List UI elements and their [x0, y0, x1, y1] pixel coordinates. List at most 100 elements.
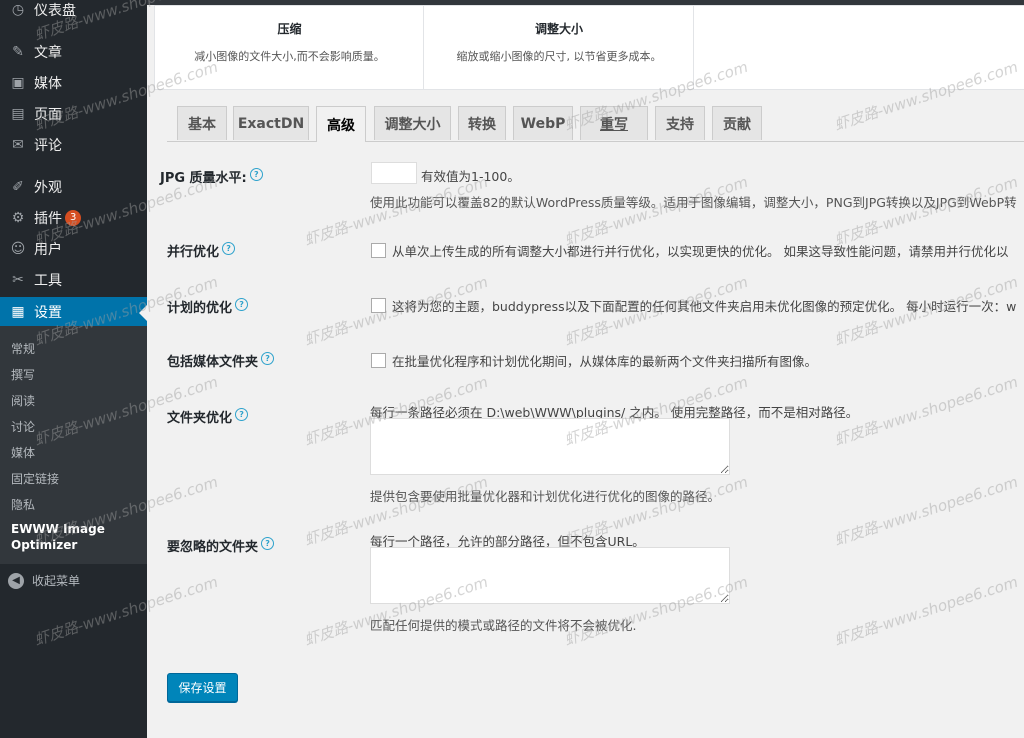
tab-label: ExactDN: [237, 115, 305, 132]
tab-label: 转换: [468, 116, 496, 133]
pin-icon: ✎: [12, 44, 24, 60]
menu-users[interactable]: ☺ 用户: [0, 235, 147, 263]
help-icon[interactable]: ?: [235, 297, 249, 311]
jpg-quality-input[interactable]: [371, 162, 417, 184]
dashboard-icon: ◷: [11, 2, 25, 18]
menu-dashboard[interactable]: ◷ 仪表盘: [0, 0, 147, 24]
tab-label: 调整大小: [384, 116, 441, 133]
tools-icon: ✂: [12, 272, 24, 288]
submenu-ewww[interactable]: EWWW Image Optimizer: [11, 521, 131, 553]
tab-label: 重写: [600, 116, 628, 133]
help-icon[interactable]: ?: [235, 407, 249, 421]
jpg-quality-hint: 有效值为1-100。: [421, 169, 520, 184]
collapse-menu-button[interactable]: ◀ 收起菜单: [8, 572, 80, 589]
card-desc: 缩放或缩小图像的尺寸, 以节省更多成本。: [456, 50, 662, 63]
help-icon[interactable]: ?: [261, 351, 275, 365]
menu-appearance[interactable]: ✐ 外观: [0, 173, 147, 201]
parallel-label-text: 并行优化: [167, 245, 220, 260]
folder-opt-desc: 提供包含要使用批量优化器和计划优化进行优化的图像的路径。: [370, 489, 721, 504]
menu-label: 仪表盘: [34, 3, 76, 19]
tab-contribute[interactable]: 贡献: [712, 106, 762, 140]
folder-opt-label: 文件夹优化?: [167, 407, 249, 426]
help-icon[interactable]: ?: [249, 167, 263, 181]
plugin-icon: ⚙: [11, 210, 25, 226]
help-icon[interactable]: ?: [261, 536, 275, 550]
folder-opt-textarea[interactable]: [370, 418, 730, 475]
menu-label: 工具: [34, 273, 62, 289]
save-settings-button[interactable]: 保存设置: [167, 673, 238, 702]
compress-card: 压缩 减小图像的文件大小,而不会影响质量。: [154, 5, 425, 90]
menu-plugins[interactable]: ⚙ 插件 3: [0, 204, 147, 232]
watermark: 虾皮路-www.shopee6.com: [832, 372, 1021, 450]
scheduled-checkbox[interactable]: [371, 298, 386, 313]
tab-rewrite[interactable]: 重写: [580, 106, 648, 140]
tab-label: 贡献: [723, 116, 751, 133]
menu-label: 设置: [34, 305, 62, 321]
menu-label: 插件: [34, 211, 62, 227]
appearance-icon: ✐: [12, 179, 24, 195]
card-title: 调整大小: [534, 22, 583, 36]
watermark: 虾皮路-www.shopee6.com: [832, 572, 1021, 650]
media-folders-checkbox[interactable]: [371, 353, 386, 368]
scheduled-label-text: 计划的优化: [167, 301, 233, 316]
parallel-checkbox[interactable]: [371, 243, 386, 258]
tab-label: 基本: [188, 116, 216, 133]
menu-label: 页面: [34, 107, 62, 123]
settings-submenu: 常规 撰写 阅读 讨论 媒体 固定链接 隐私 EWWW Image Optimi…: [0, 326, 147, 564]
watermark: 虾皮路-www.shopee6.com: [832, 472, 1021, 550]
menu-label: 媒体: [34, 76, 62, 92]
resize-card: 调整大小 缩放或缩小图像的尺寸, 以节省更多成本。: [423, 5, 695, 90]
exclude-textarea[interactable]: [370, 547, 730, 604]
scheduled-desc: 这将为您的主题，buddypress以及下面配置的任何其他文件夹启用未优化图像的…: [392, 299, 1017, 314]
tab-resize[interactable]: 调整大小: [374, 106, 451, 140]
jpg-quality-label-text: JPG 质量水平:: [160, 171, 247, 186]
tab-support[interactable]: 支持: [655, 106, 705, 140]
update-count-badge: 3: [65, 210, 82, 226]
submenu-permalinks[interactable]: 固定链接: [11, 470, 59, 487]
menu-posts[interactable]: ✎ 文章: [0, 38, 147, 66]
folder-opt-label-text: 文件夹优化: [167, 411, 233, 426]
jpg-quality-label: JPG 质量水平:?: [160, 167, 263, 186]
exclude-label: 要忽略的文件夹?: [167, 536, 275, 555]
submenu-reading[interactable]: 阅读: [11, 392, 35, 409]
menu-label: 评论: [34, 138, 62, 154]
user-icon: ☺: [10, 241, 26, 257]
menu-label: 文章: [34, 45, 62, 61]
tabs-divider: [167, 141, 1024, 142]
exclude-desc: 匹配任何提供的模式或路径的文件将不会被优化.: [370, 618, 637, 633]
menu-label: 外观: [34, 180, 62, 196]
parallel-desc: 从单次上传生成的所有调整大小都进行并行优化，以实现更快的优化。 如果这导致性能问…: [392, 244, 1009, 259]
media-folders-label: 包括媒体文件夹?: [167, 351, 275, 370]
tab-basic[interactable]: 基本: [177, 106, 227, 140]
card-desc: 减小图像的文件大小,而不会影响质量。: [194, 50, 385, 63]
menu-media[interactable]: ▣ 媒体: [0, 69, 147, 97]
menu-tools[interactable]: ✂ 工具: [0, 266, 147, 294]
media-folders-label-text: 包括媒体文件夹: [167, 355, 259, 370]
submenu-general[interactable]: 常规: [11, 340, 35, 357]
submenu-media[interactable]: 媒体: [11, 444, 35, 461]
scheduled-label: 计划的优化?: [167, 297, 249, 316]
media-folders-desc: 在批量优化程序和计划优化期间，从媒体库的最新两个文件夹扫描所有图像。: [392, 354, 818, 369]
collapse-arrow-icon: ◀: [8, 572, 24, 589]
tab-label: 高级: [327, 117, 355, 134]
media-icon: ▣: [11, 75, 25, 91]
admin-sidebar: ◷ 仪表盘 ✎ 文章 ▣ 媒体 ▤ 页面 ✉ 评论 ✐ 外观 ⚙ 插件 3 ☺ …: [0, 0, 147, 738]
comment-icon: ✉: [12, 137, 24, 153]
jpg-quality-desc: 使用此功能可以覆盖82的默认WordPress质量等级。适用于图像编辑，调整大小…: [370, 195, 1017, 210]
help-icon[interactable]: ?: [222, 241, 236, 255]
settings-icon: ▦: [11, 304, 25, 320]
menu-settings[interactable]: ▦ 设置: [0, 297, 147, 327]
tab-convert[interactable]: 转换: [458, 106, 506, 140]
submenu-writing[interactable]: 撰写: [11, 366, 35, 383]
menu-pages[interactable]: ▤ 页面: [0, 100, 147, 128]
tab-label: 支持: [666, 116, 694, 133]
tab-advanced[interactable]: 高级: [316, 106, 366, 142]
submenu-privacy[interactable]: 隐私: [11, 496, 35, 513]
tab-exactdn[interactable]: ExactDN: [233, 106, 309, 140]
menu-comments[interactable]: ✉ 评论: [0, 131, 147, 159]
tab-webp[interactable]: WebP: [513, 106, 573, 140]
submenu-discussion[interactable]: 讨论: [11, 418, 35, 435]
exclude-label-text: 要忽略的文件夹: [167, 540, 259, 555]
parallel-label: 并行优化?: [167, 241, 236, 260]
collapse-menu-label: 收起菜单: [32, 574, 81, 588]
